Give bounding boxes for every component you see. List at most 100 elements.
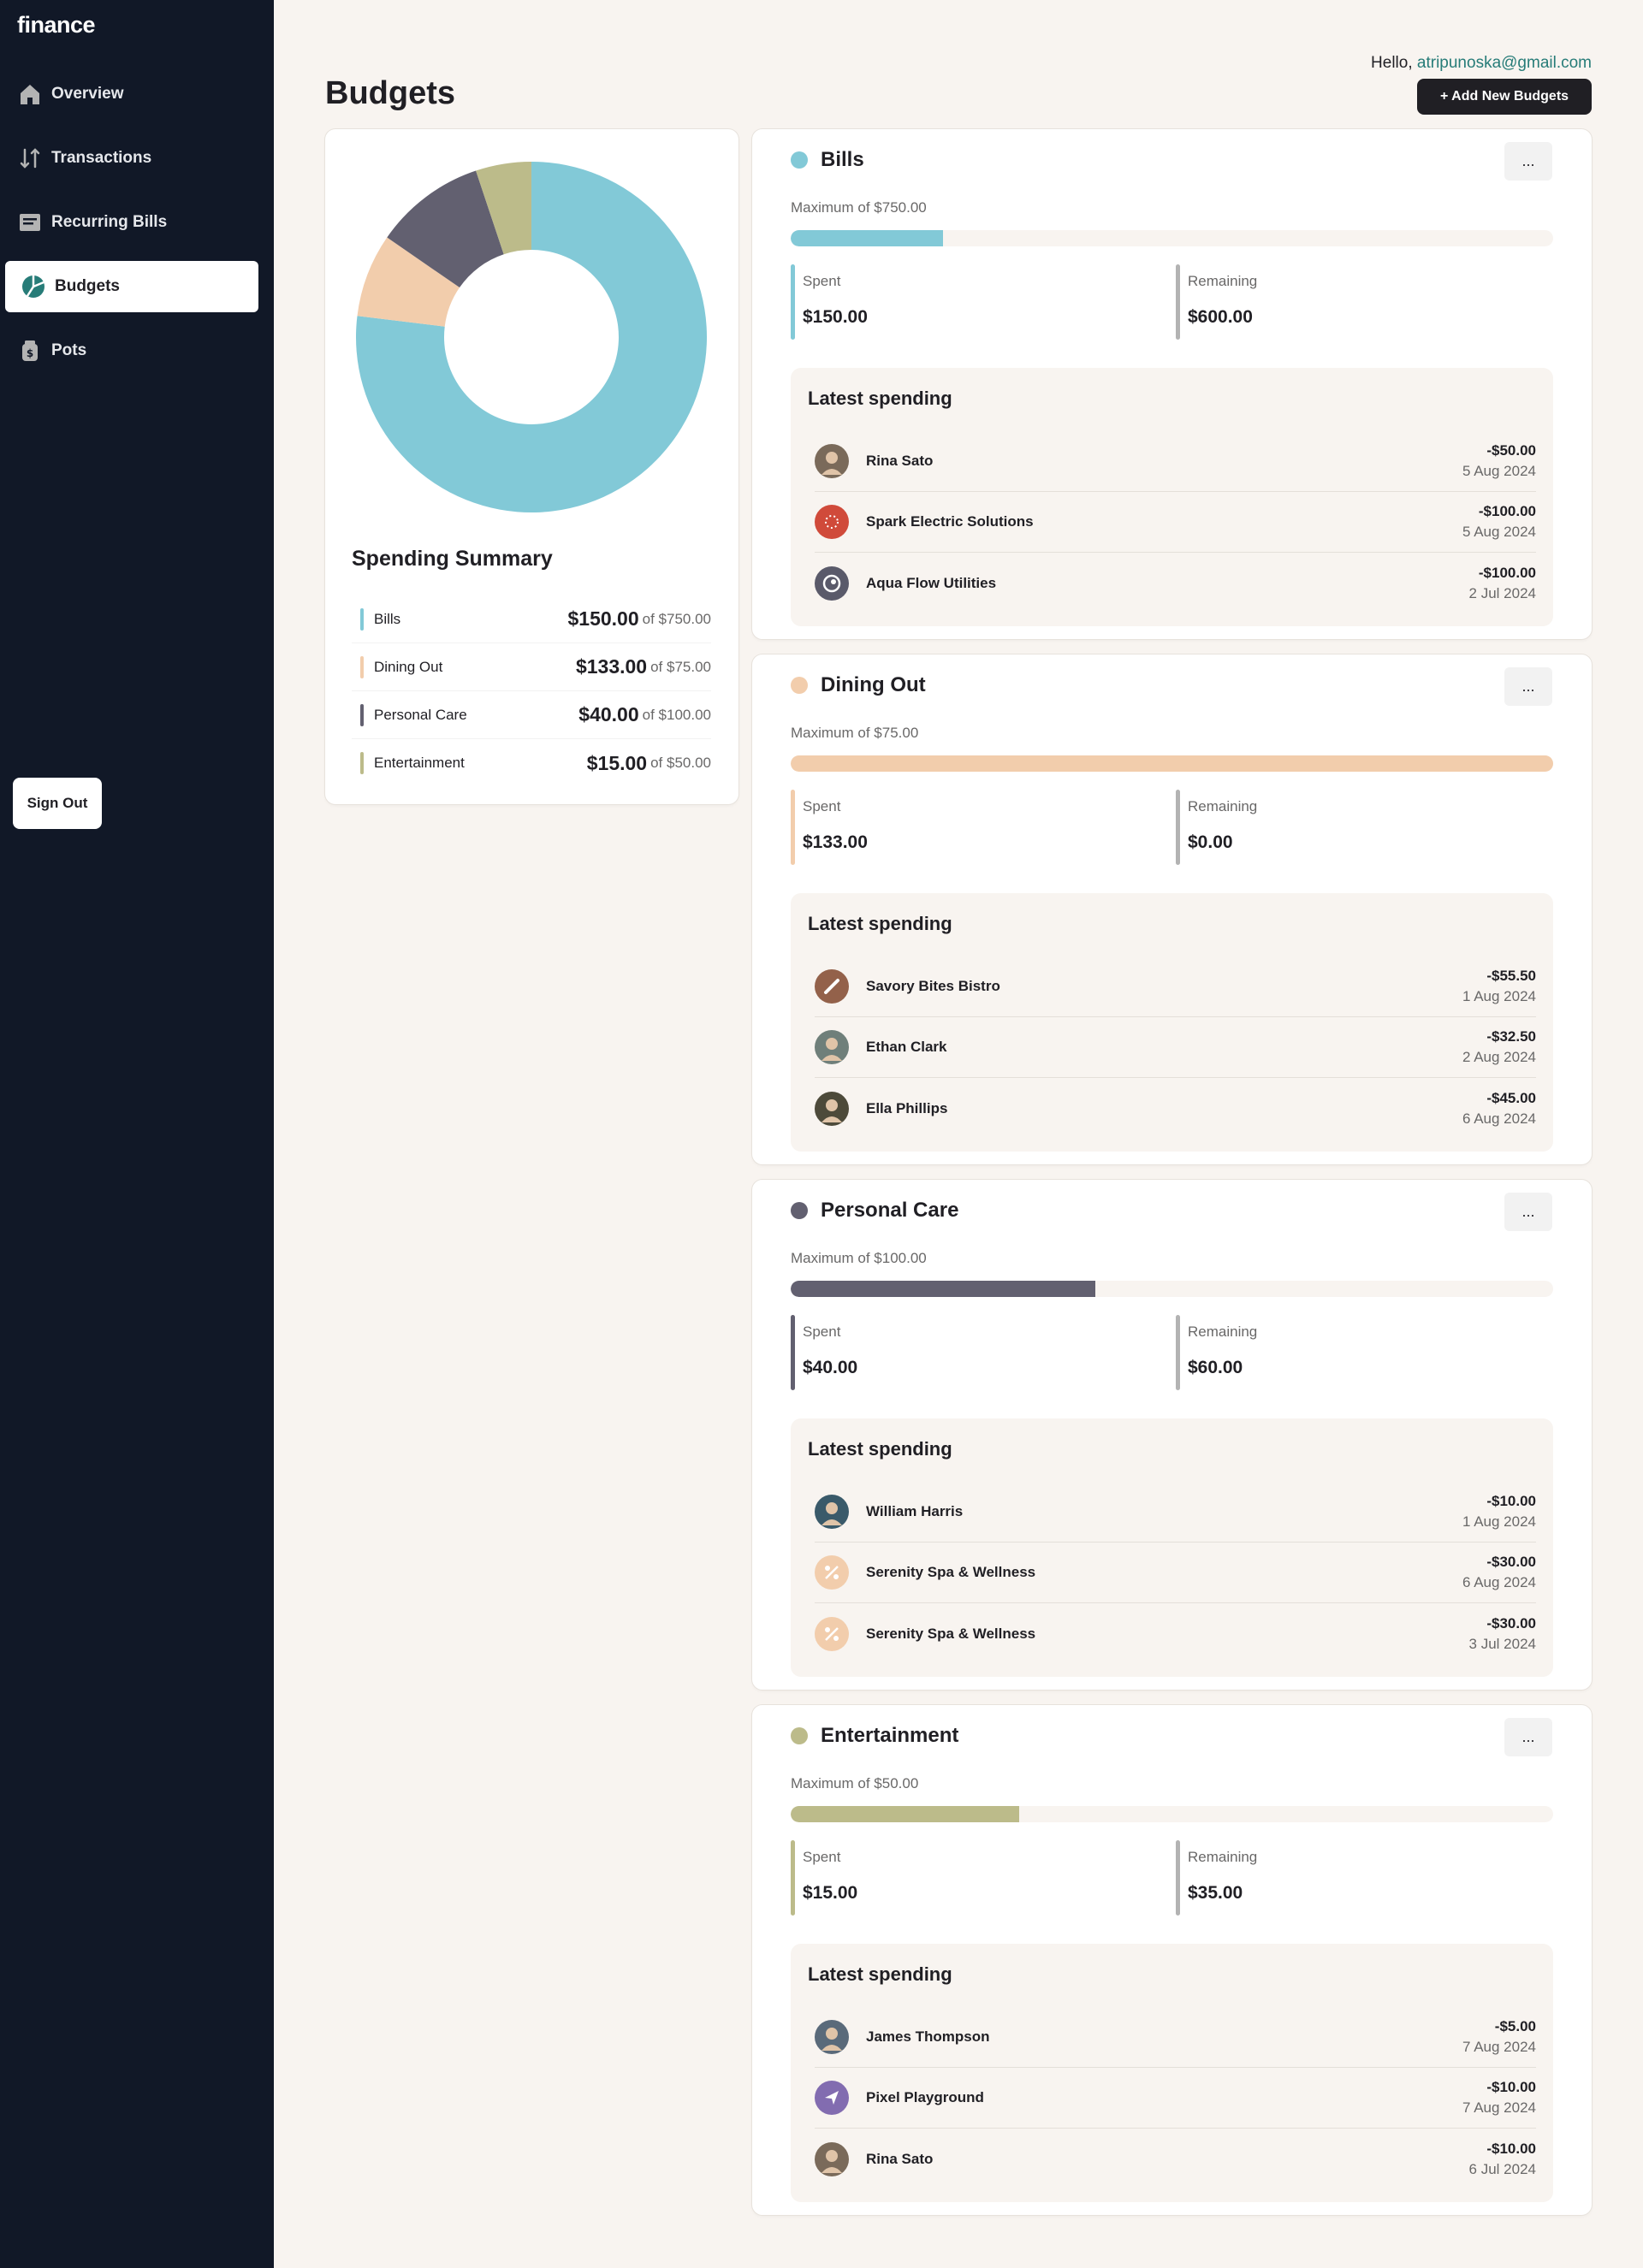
budget-color-dot (791, 151, 808, 169)
sidebar: finance Overview Transactions Recurring … (0, 0, 274, 2268)
remaining-value: $0.00 (1188, 832, 1233, 852)
budget-progress-fill (791, 1806, 1020, 1822)
budget-options-button[interactable]: ... (1504, 1718, 1552, 1756)
transaction-amount-block: -$5.00 7 Aug 2024 (1462, 2018, 1536, 2056)
transaction-amount: -$10.00 (1486, 1493, 1536, 1509)
transaction-row[interactable]: Rina Sato -$10.00 6 Jul 2024 (815, 2129, 1536, 2189)
budget-remaining-stat: Remaining $0.00 (1176, 790, 1544, 865)
sidebar-item-label: Pots (51, 341, 87, 359)
budget-progress-bar (791, 230, 1553, 246)
spent-label: Spent (803, 273, 841, 289)
add-new-budget-button[interactable]: + Add New Budgets (1417, 79, 1592, 115)
transaction-amount: -$45.00 (1486, 1089, 1536, 1106)
budget-header: Personal Care (791, 1199, 958, 1223)
sidebar-item-budgets[interactable]: Budgets (5, 261, 258, 312)
transaction-row[interactable]: Ella Phillips -$45.00 6 Aug 2024 (815, 1078, 1536, 1139)
transaction-name: William Harris (866, 1503, 964, 1519)
transaction-amount: -$10.00 (1486, 2140, 1536, 2157)
budget-color-dot (791, 677, 808, 694)
budget-progress-fill (791, 1281, 1096, 1297)
budget-name: Dining Out (821, 673, 926, 696)
transaction-row[interactable]: Spark Electric Solutions -$100.00 5 Aug 20… (815, 492, 1536, 553)
sidebar-item-transactions[interactable]: Transactions (0, 133, 274, 184)
budget-maximum: Maximum of $100.00 (791, 1250, 927, 1266)
sidebar-item-label: Recurring Bills (51, 213, 168, 231)
budget-remaining-stat: Remaining $60.00 (1176, 1315, 1544, 1390)
transaction-amount-block: -$50.00 5 Aug 2024 (1462, 442, 1536, 480)
budget-options-button[interactable]: ... (1504, 1193, 1552, 1231)
summary-color-bar (360, 607, 364, 631)
transaction-row[interactable]: Rina Sato -$50.00 5 Aug 2024 (815, 431, 1536, 492)
transaction-amount: -$50.00 (1486, 442, 1536, 459)
summary-row: Bills $150.00 of $750.00 (352, 595, 711, 643)
transaction-date: 1 Aug 2024 (1462, 988, 1536, 1004)
spent-color-bar (791, 790, 795, 865)
transaction-date: 2 Aug 2024 (1462, 1049, 1536, 1065)
latest-spending-panel: Latest spending William Harris -$10.00 1 Au… (791, 1418, 1553, 1677)
avatar (815, 1030, 849, 1064)
spending-summary-title: Spending Summary (352, 547, 553, 571)
remaining-color-bar (1176, 790, 1180, 865)
summary-category-name: Dining Out (374, 658, 443, 675)
bistro-logo-icon (815, 969, 849, 1004)
remaining-label: Remaining (1188, 1849, 1258, 1865)
sidebar-item-overview[interactable]: Overview (0, 68, 274, 120)
budget-progress-bar (791, 1281, 1553, 1297)
pie-chart-icon (21, 274, 46, 299)
budget-maximum: Maximum of $750.00 (791, 199, 927, 216)
budget-options-button[interactable]: ... (1504, 142, 1552, 181)
summary-limit-amount: of $750.00 (642, 610, 711, 627)
budget-card-entertainment: Entertainment... Maximum of $50.00 Spent $1… (752, 1705, 1592, 2215)
budget-card-dining-out: Dining Out... Maximum of $75.00 Spent $133.… (752, 654, 1592, 1164)
sign-out-button[interactable]: Sign Out (13, 778, 102, 829)
transaction-row[interactable]: William Harris -$10.00 1 Aug 2024 (815, 1482, 1536, 1543)
transaction-list: James Thompson -$5.00 7 Aug 2024 Pixel Play… (815, 2007, 1536, 2189)
arrows-up-down-icon (17, 145, 43, 171)
latest-spending-title: Latest spending (808, 913, 952, 934)
transaction-amount-block: -$32.50 2 Aug 2024 (1462, 1028, 1536, 1066)
transaction-row[interactable]: Ethan Clark -$32.50 2 Aug 2024 (815, 1017, 1536, 1078)
transaction-row[interactable]: Serenity Spa & Wellness -$30.00 6 Aug 2024 (815, 1543, 1536, 1603)
budget-progress-bar (791, 755, 1553, 772)
pixel-logo-icon (815, 2081, 849, 2115)
transaction-amount: -$10.00 (1486, 2079, 1536, 2095)
transaction-date: 5 Aug 2024 (1462, 524, 1536, 540)
sidebar-item-pots[interactable]: $ Pots (0, 325, 274, 376)
transaction-date: 5 Aug 2024 (1462, 463, 1536, 479)
spent-label: Spent (803, 1849, 841, 1865)
spent-label: Spent (803, 798, 841, 814)
app-logo: finance (17, 12, 96, 38)
latest-spending-title: Latest spending (808, 1438, 952, 1460)
latest-spending-panel: Latest spending Rina Sato -$50.00 5 Aug 202… (791, 368, 1553, 626)
spa-logo-icon (815, 1555, 849, 1590)
summary-category-name: Bills (374, 610, 401, 627)
transaction-amount: -$100.00 (1478, 503, 1536, 519)
transaction-amount: -$32.50 (1486, 1028, 1536, 1045)
budget-progress-fill (791, 230, 944, 246)
transaction-row[interactable]: Serenity Spa & Wellness -$30.00 3 Jul 2024 (815, 1603, 1536, 1664)
user-email-link[interactable]: atripunoska@gmail.com (1417, 54, 1592, 72)
transaction-amount-block: -$100.00 5 Aug 2024 (1462, 503, 1536, 541)
budget-options-button[interactable]: ... (1504, 667, 1552, 706)
transaction-name: Savory Bites Bistro (866, 978, 1000, 994)
transaction-date: 6 Aug 2024 (1462, 1110, 1536, 1127)
transaction-amount: -$100.00 (1478, 564, 1536, 581)
budget-spent-stat: Spent $150.00 (791, 264, 1159, 340)
spent-label: Spent (803, 1323, 841, 1340)
latest-spending-panel: Latest spending James Thompson -$5.00 7 Aug… (791, 1944, 1553, 2202)
transaction-row[interactable]: Pixel Playground -$10.00 7 Aug 2024 (815, 2068, 1536, 2129)
transaction-name: Aqua Flow Utilities (866, 574, 997, 591)
sidebar-item-recurring-bills[interactable]: Recurring Bills (0, 197, 274, 248)
transaction-name: Rina Sato (866, 2150, 934, 2167)
transaction-row[interactable]: Aqua Flow Utilities -$100.00 2 Jul 2024 (815, 553, 1536, 613)
transaction-date: 1 Aug 2024 (1462, 1513, 1536, 1530)
transaction-date: 7 Aug 2024 (1462, 2039, 1536, 2055)
transaction-row[interactable]: James Thompson -$5.00 7 Aug 2024 (815, 2007, 1536, 2068)
svg-text:$: $ (27, 347, 33, 359)
budget-color-dot (791, 1202, 808, 1219)
spent-color-bar (791, 1840, 795, 1916)
budget-spent-stat: Spent $15.00 (791, 1840, 1159, 1916)
transaction-row[interactable]: Savory Bites Bistro -$55.50 1 Aug 2024 (815, 956, 1536, 1017)
transaction-amount-block: -$100.00 2 Jul 2024 (1469, 565, 1536, 602)
transaction-amount-block: -$10.00 6 Jul 2024 (1469, 2141, 1536, 2178)
